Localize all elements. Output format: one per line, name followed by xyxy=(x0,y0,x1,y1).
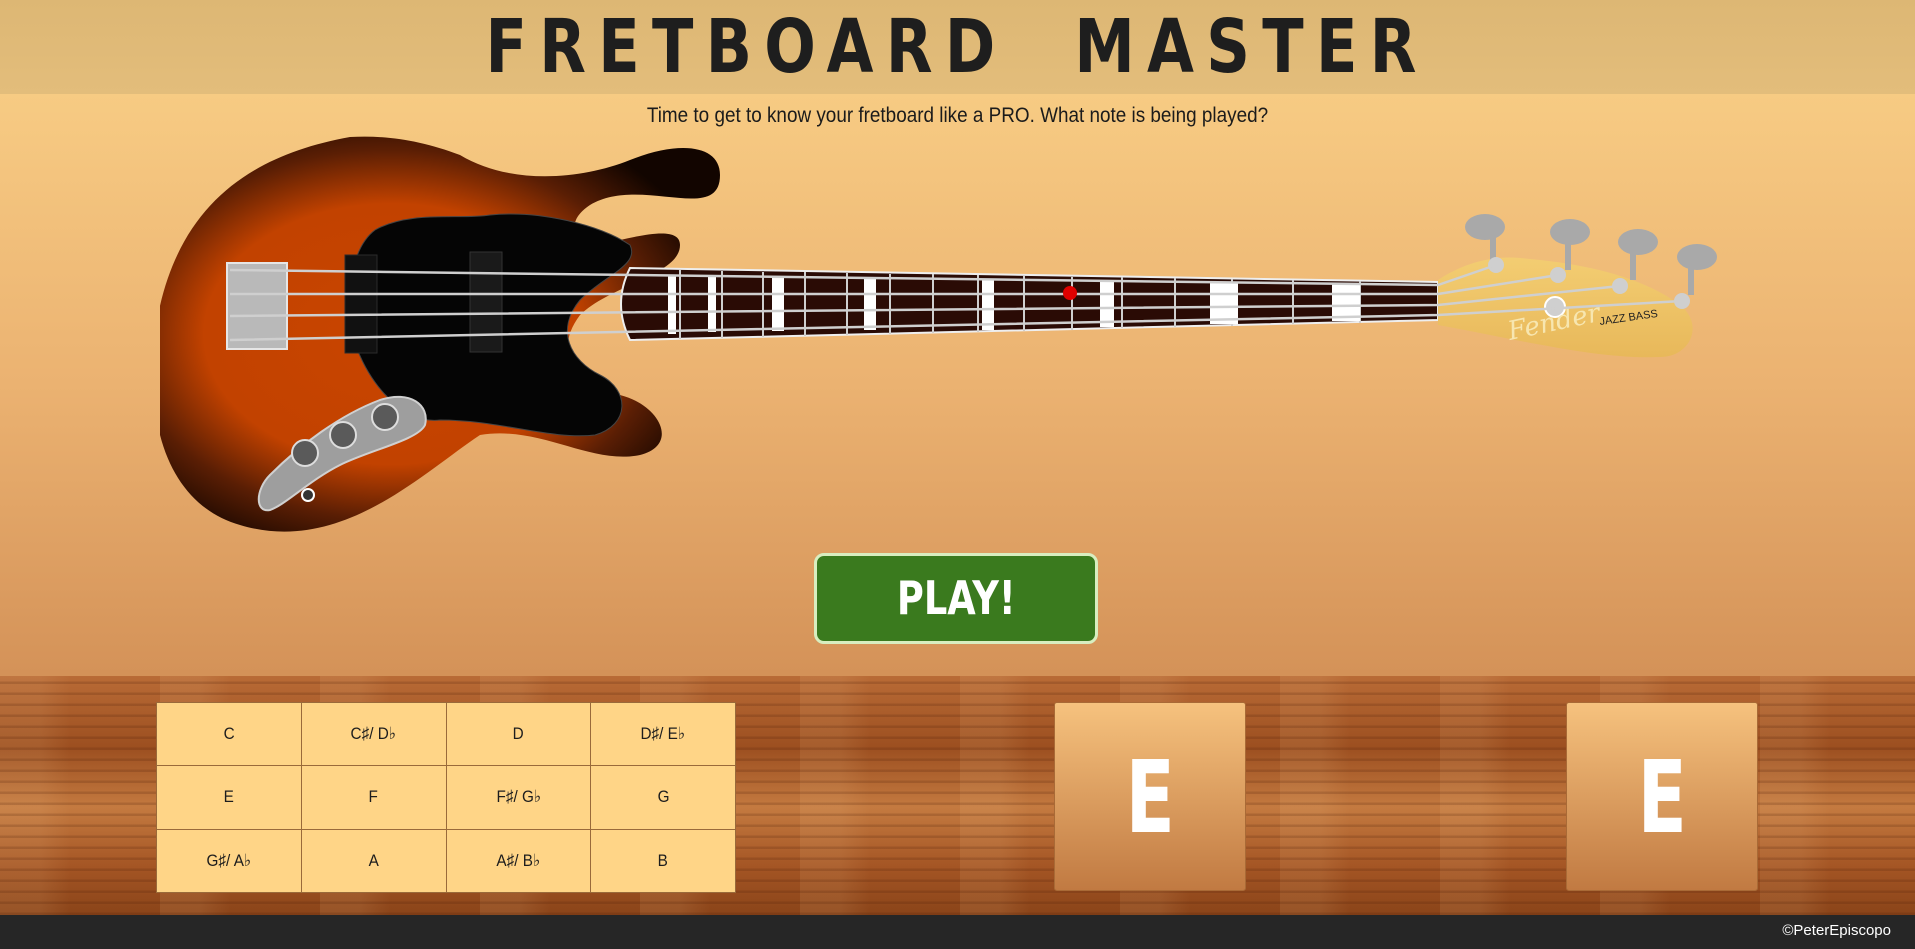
page-title: FRETBOARD MASTER xyxy=(485,4,1430,90)
play-button[interactable]: PLAY! xyxy=(814,553,1098,644)
played-note-marker xyxy=(1063,286,1077,300)
note-button-c[interactable]: C xyxy=(157,703,301,766)
footer: ©PeterEpiscopo xyxy=(0,915,1915,949)
note-choice-grid: C C♯/ D♭ D D♯/ E♭ E F F♯/ G♭ G G♯/ A♭ A … xyxy=(156,702,736,893)
note-button-g[interactable]: G xyxy=(591,766,735,829)
credit-text: ©PeterEpiscopo xyxy=(1782,922,1891,939)
instructions-text: Time to get to know your fretboard like … xyxy=(646,104,1269,127)
bass-guitar-illustration: Fender JAZZ BASS xyxy=(160,136,1717,532)
note-button-a[interactable]: A xyxy=(301,829,446,892)
note-button-e[interactable]: E xyxy=(157,766,301,829)
neck-pickup xyxy=(469,251,503,353)
volume-knob-2 xyxy=(371,403,399,431)
note-button-f[interactable]: F xyxy=(301,766,446,829)
tone-knob xyxy=(329,421,357,449)
answer-note-card: E xyxy=(1566,702,1758,891)
note-button-a-sharp[interactable]: A♯/ B♭ xyxy=(446,829,591,892)
note-button-d[interactable]: D xyxy=(446,703,591,766)
header: FRETBOARD MASTER xyxy=(0,0,1915,94)
output-jack xyxy=(301,488,315,502)
note-button-d-sharp[interactable]: D♯/ E♭ xyxy=(591,703,735,766)
note-button-c-sharp[interactable]: C♯/ D♭ xyxy=(301,703,446,766)
volume-knob-1 xyxy=(291,439,319,467)
guess-note-card: E xyxy=(1054,702,1246,891)
note-button-b[interactable]: B xyxy=(591,829,735,892)
bridge xyxy=(226,262,288,350)
play-button-label: PLAY! xyxy=(896,571,1016,625)
note-button-f-sharp[interactable]: F♯/ G♭ xyxy=(446,766,591,829)
note-button-g-sharp[interactable]: G♯/ A♭ xyxy=(157,829,301,892)
